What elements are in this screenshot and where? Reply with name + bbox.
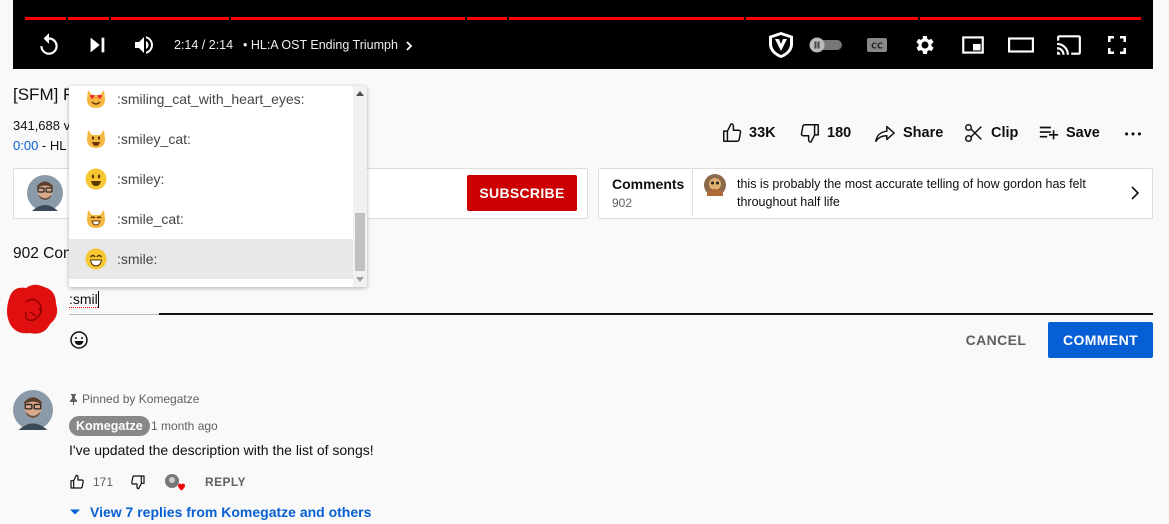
dislike-count: 180 xyxy=(827,125,852,141)
view-replies-button[interactable]: View 7 replies from Komegatze and others xyxy=(69,504,371,520)
reply-button[interactable]: REPLY xyxy=(205,475,246,489)
svg-text:CC: CC xyxy=(871,42,883,51)
emoji-option-label: :smile_cat: xyxy=(117,211,184,227)
pin-icon xyxy=(69,394,78,406)
scroll-up-arrow-icon[interactable] xyxy=(356,90,364,96)
comment-timestamp[interactable]: 1 month ago xyxy=(151,419,218,433)
comment-input-value: :smil xyxy=(69,291,98,308)
view-replies-label: View 7 replies from Komegatze and others xyxy=(90,504,372,520)
emoji-option-label: :smile: xyxy=(117,251,158,267)
comments-teaser-title: Comments xyxy=(612,176,685,192)
playlist-add-icon xyxy=(1039,126,1059,140)
chapter-title[interactable]: • HL:A OST Ending Triumph xyxy=(243,38,415,52)
share-icon xyxy=(875,125,895,142)
pinned-by-text: Pinned by Komegatze xyxy=(82,392,200,406)
time-display: 2:14 / 2:14 xyxy=(174,38,234,52)
pinned-author-avatar[interactable] xyxy=(13,390,53,430)
chapter-chevron-icon xyxy=(403,40,415,52)
more-horizontal-icon xyxy=(1125,132,1141,136)
emoji-option[interactable]: :smile_cat: xyxy=(69,199,353,239)
thumb-up-icon xyxy=(723,123,742,142)
progress-bar[interactable] xyxy=(25,17,1141,20)
comments-teaser-count: 902 xyxy=(612,196,633,210)
caret-down-icon xyxy=(70,509,80,515)
chapter-bullet: • xyxy=(243,38,251,52)
comment-submit-button[interactable]: COMMENT xyxy=(1048,322,1153,358)
view-count: 341,688 v xyxy=(13,118,71,133)
comment-dislike-icon[interactable] xyxy=(130,474,146,490)
video-title: [SFM] F xyxy=(13,85,74,104)
cast-icon[interactable] xyxy=(1054,30,1084,60)
text-caret xyxy=(98,291,99,308)
clip-label: Clip xyxy=(991,125,1019,141)
emoji-option[interactable]: :smiley_cat: xyxy=(69,119,353,159)
miniplayer-icon[interactable] xyxy=(958,30,988,60)
more-actions-button[interactable] xyxy=(1122,122,1144,144)
cancel-button[interactable]: CANCEL xyxy=(955,322,1037,358)
video-player-controls: 2:14 / 2:14 • HL:A OST Ending Triumph CC xyxy=(13,0,1153,69)
input-underline xyxy=(69,314,159,315)
emoji-option[interactable]: :smiley: xyxy=(69,159,353,199)
comments-header-count: 902 Con xyxy=(13,245,72,262)
settings-icon[interactable] xyxy=(910,30,940,60)
emoji-option[interactable]: :smiling_cat_with_heart_eyes: xyxy=(69,86,353,119)
description-text: - HL xyxy=(38,138,67,153)
emoji-option-selected[interactable]: :smile: xyxy=(69,239,353,279)
save-button[interactable]: Save xyxy=(1038,122,1100,144)
emoji-option-label: :smiling_cat_with_heart_eyes: xyxy=(117,91,305,107)
share-button[interactable]: Share xyxy=(873,122,943,144)
like-button[interactable]: 33K xyxy=(721,122,776,144)
author-badge[interactable]: Komegatze xyxy=(69,416,150,436)
volume-icon[interactable] xyxy=(129,30,159,60)
scissors-icon xyxy=(965,124,982,142)
smile-icon xyxy=(85,248,107,270)
input-underline-focus xyxy=(159,313,1153,315)
timestamp-link[interactable]: 0:00 xyxy=(13,138,38,153)
theater-icon[interactable] xyxy=(1006,30,1036,60)
chapter-label: HL:A OST Ending Triumph xyxy=(250,38,398,52)
chevron-right-icon[interactable] xyxy=(1128,185,1142,201)
pinned-label: Pinned by Komegatze xyxy=(69,392,199,406)
emoji-option-label: :smiley: xyxy=(117,171,165,187)
save-label: Save xyxy=(1066,125,1100,141)
subscribe-button[interactable]: SUBSCRIBE xyxy=(467,175,577,211)
scroll-down-arrow-icon[interactable] xyxy=(356,277,364,283)
emoji-option-label: :smiley_cat: xyxy=(117,131,191,147)
smiley-cat-icon xyxy=(87,130,105,148)
comment-like-count: 171 xyxy=(93,475,114,489)
emoji-autocomplete-popup: :smiling_cat_with_heart_eyes: :smiley_ca… xyxy=(69,86,367,287)
comment-text: I've updated the description with the li… xyxy=(69,442,374,458)
like-count: 33K xyxy=(749,125,776,141)
share-label: Share xyxy=(903,125,944,141)
shield-extension-icon[interactable] xyxy=(765,29,797,61)
smile-cat-icon xyxy=(87,210,105,228)
comments-teaser-text: this is probably the most accurate telli… xyxy=(737,177,1086,209)
replay-icon[interactable] xyxy=(34,30,64,60)
commenter-avatar xyxy=(704,174,726,196)
smiley-icon xyxy=(85,168,107,190)
channel-avatar[interactable] xyxy=(27,175,63,211)
captions-icon[interactable]: CC xyxy=(862,30,892,60)
user-avatar xyxy=(4,282,60,338)
description-snippet: 0:00 - HL xyxy=(13,138,66,153)
comment-like-icon[interactable] xyxy=(69,474,85,490)
comment-input[interactable]: :smil xyxy=(69,291,98,308)
next-icon[interactable] xyxy=(82,30,112,60)
cat-heart-eyes-icon xyxy=(87,90,105,108)
popup-scrollbar-thumb[interactable] xyxy=(355,213,365,271)
creator-heart-icon xyxy=(163,472,187,494)
fullscreen-icon[interactable] xyxy=(1102,30,1132,60)
autoplay-toggle-icon[interactable] xyxy=(808,30,844,60)
dislike-button[interactable]: 180 xyxy=(799,122,851,144)
thumb-down-icon xyxy=(800,124,819,143)
emoji-picker-icon[interactable] xyxy=(69,330,89,350)
clip-button[interactable]: Clip xyxy=(963,122,1018,144)
divider xyxy=(692,170,693,215)
